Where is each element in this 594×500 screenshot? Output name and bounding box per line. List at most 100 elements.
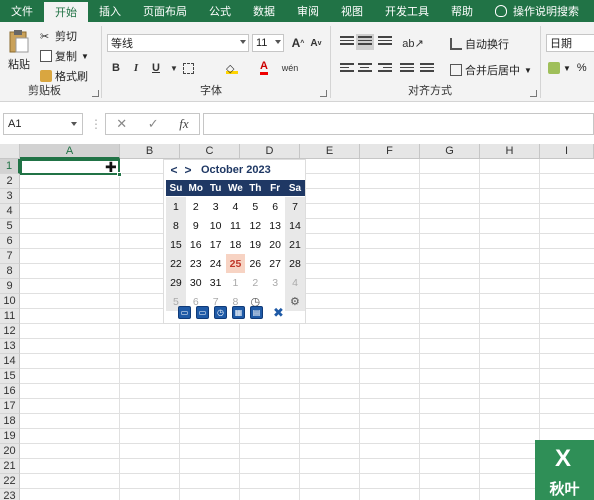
calendar-day[interactable]: 6	[265, 197, 285, 216]
fill-color-icon[interactable]: ◇	[224, 60, 240, 76]
calendar-day[interactable]: 2	[186, 197, 206, 216]
tab-help[interactable]: 帮助	[440, 0, 484, 22]
calendar-day[interactable]: 4	[285, 273, 305, 292]
calendar-day[interactable]: 17	[206, 235, 226, 254]
calendar-grid-icon[interactable]: ▤	[250, 306, 263, 319]
calendar-day[interactable]: 22	[166, 254, 186, 273]
tab-file[interactable]: 文件	[0, 0, 44, 22]
phonetic-icon[interactable]: wén	[282, 60, 299, 76]
tab-home[interactable]: 开始	[44, 2, 88, 22]
tab-review[interactable]: 审阅	[286, 0, 330, 22]
column-header-c[interactable]: C	[180, 144, 240, 159]
row-header[interactable]: 23	[0, 489, 20, 500]
row-header[interactable]: 16	[0, 384, 20, 399]
calendar-day[interactable]: 21	[285, 235, 305, 254]
calendar-day[interactable]: 7	[285, 197, 305, 216]
align-top-icon[interactable]	[340, 36, 354, 48]
time-icon[interactable]: ◷	[214, 306, 227, 319]
row-header[interactable]: 21	[0, 459, 20, 474]
row-header[interactable]: 15	[0, 369, 20, 384]
tab-formulas[interactable]: 公式	[198, 0, 242, 22]
calendar-day[interactable]: 11	[226, 216, 246, 235]
clipboard-launcher-icon[interactable]	[92, 90, 99, 97]
close-icon[interactable]: ✖	[272, 305, 285, 320]
align-left-icon[interactable]	[340, 63, 354, 75]
name-box[interactable]: A1	[3, 113, 83, 135]
paste-button[interactable]: 粘贴	[8, 28, 30, 72]
calendar-day[interactable]: 28	[285, 254, 305, 273]
calendar-day[interactable]: 10	[206, 216, 226, 235]
row-header[interactable]: 13	[0, 339, 20, 354]
row-header[interactable]: 10	[0, 294, 20, 309]
calendar-day[interactable]: 5	[245, 197, 265, 216]
align-right-icon[interactable]	[378, 63, 392, 75]
tab-page-layout[interactable]: 页面布局	[132, 0, 198, 22]
row-header[interactable]: 8	[0, 264, 20, 279]
row-header[interactable]: 9	[0, 279, 20, 294]
row-header[interactable]: 1	[0, 159, 20, 174]
cancel-icon[interactable]: ✕	[116, 116, 127, 132]
increase-font-icon[interactable]: A ^	[290, 35, 306, 51]
calendar-icon[interactable]: ▦	[232, 306, 245, 319]
italic-button[interactable]: I	[128, 60, 144, 76]
merge-center-button[interactable]: 合并后居中 ▼	[450, 62, 532, 78]
align-center-icon[interactable]	[358, 63, 372, 75]
increase-indent-icon[interactable]	[420, 63, 434, 75]
column-header-e[interactable]: E	[300, 144, 360, 159]
calendar-day[interactable]: 27	[265, 254, 285, 273]
fill-handle[interactable]	[117, 172, 122, 177]
decrease-font-icon[interactable]: Av	[308, 35, 324, 51]
column-header-d[interactable]: D	[240, 144, 300, 159]
underline-button[interactable]: U	[148, 60, 164, 76]
tab-view[interactable]: 视图	[330, 0, 374, 22]
calendar-day[interactable]: 20	[265, 235, 285, 254]
row-header[interactable]: 5	[0, 219, 20, 234]
row-header[interactable]: 7	[0, 249, 20, 264]
calendar-day[interactable]: 1	[166, 197, 186, 216]
calendar-day[interactable]: 14	[285, 216, 305, 235]
tab-data[interactable]: 数据	[242, 0, 286, 22]
next-month-button[interactable]: >	[181, 163, 195, 177]
select-all-corner[interactable]	[0, 144, 20, 159]
tell-me-search[interactable]: 操作说明搜索	[484, 0, 590, 22]
calendar-day[interactable]: 24	[206, 254, 226, 273]
gear-icon[interactable]: ⚙	[285, 292, 305, 311]
calendar-day[interactable]: 26	[245, 254, 265, 273]
month-label[interactable]: October 2023	[201, 164, 271, 176]
decrease-indent-icon[interactable]	[400, 63, 414, 75]
column-header-b[interactable]: B	[120, 144, 180, 159]
calendar-day[interactable]: 13	[265, 216, 285, 235]
window-icon[interactable]: ▭	[178, 306, 191, 319]
column-header-h[interactable]: H	[480, 144, 540, 159]
row-header[interactable]: 17	[0, 399, 20, 414]
row-header[interactable]: 22	[0, 474, 20, 489]
align-middle-icon[interactable]	[356, 34, 374, 50]
number-format-select[interactable]: 日期	[546, 34, 594, 52]
column-header-f[interactable]: F	[360, 144, 420, 159]
row-header[interactable]: 6	[0, 234, 20, 249]
calendar-day[interactable]: 15	[166, 235, 186, 254]
font-name-select[interactable]: 等线	[107, 34, 249, 52]
font-launcher-icon[interactable]	[320, 90, 327, 97]
calendar-day[interactable]: 2	[245, 273, 265, 292]
column-header-a[interactable]: A	[20, 144, 120, 159]
column-header-i[interactable]: I	[540, 144, 594, 159]
calendar-day[interactable]: 31	[206, 273, 226, 292]
calendar-day[interactable]: 30	[186, 273, 206, 292]
copy-button[interactable]: 复制 ▼	[40, 48, 89, 64]
borders-icon[interactable]	[180, 60, 196, 76]
bold-button[interactable]: B	[108, 60, 124, 76]
row-header[interactable]: 2	[0, 174, 20, 189]
alignment-launcher-icon[interactable]	[530, 90, 537, 97]
font-size-select[interactable]: 11	[252, 34, 284, 52]
column-header-g[interactable]: G	[420, 144, 480, 159]
row-header[interactable]: 19	[0, 429, 20, 444]
prev-month-button[interactable]: <	[167, 163, 181, 177]
calendar-day[interactable]: 1	[226, 273, 246, 292]
insert-function-icon[interactable]: fx	[179, 116, 188, 132]
row-header[interactable]: 4	[0, 204, 20, 219]
calendar-day[interactable]: 12	[245, 216, 265, 235]
calendar-day[interactable]: 8	[166, 216, 186, 235]
row-header[interactable]: 11	[0, 309, 20, 324]
calendar-day[interactable]: 25	[225, 254, 246, 273]
